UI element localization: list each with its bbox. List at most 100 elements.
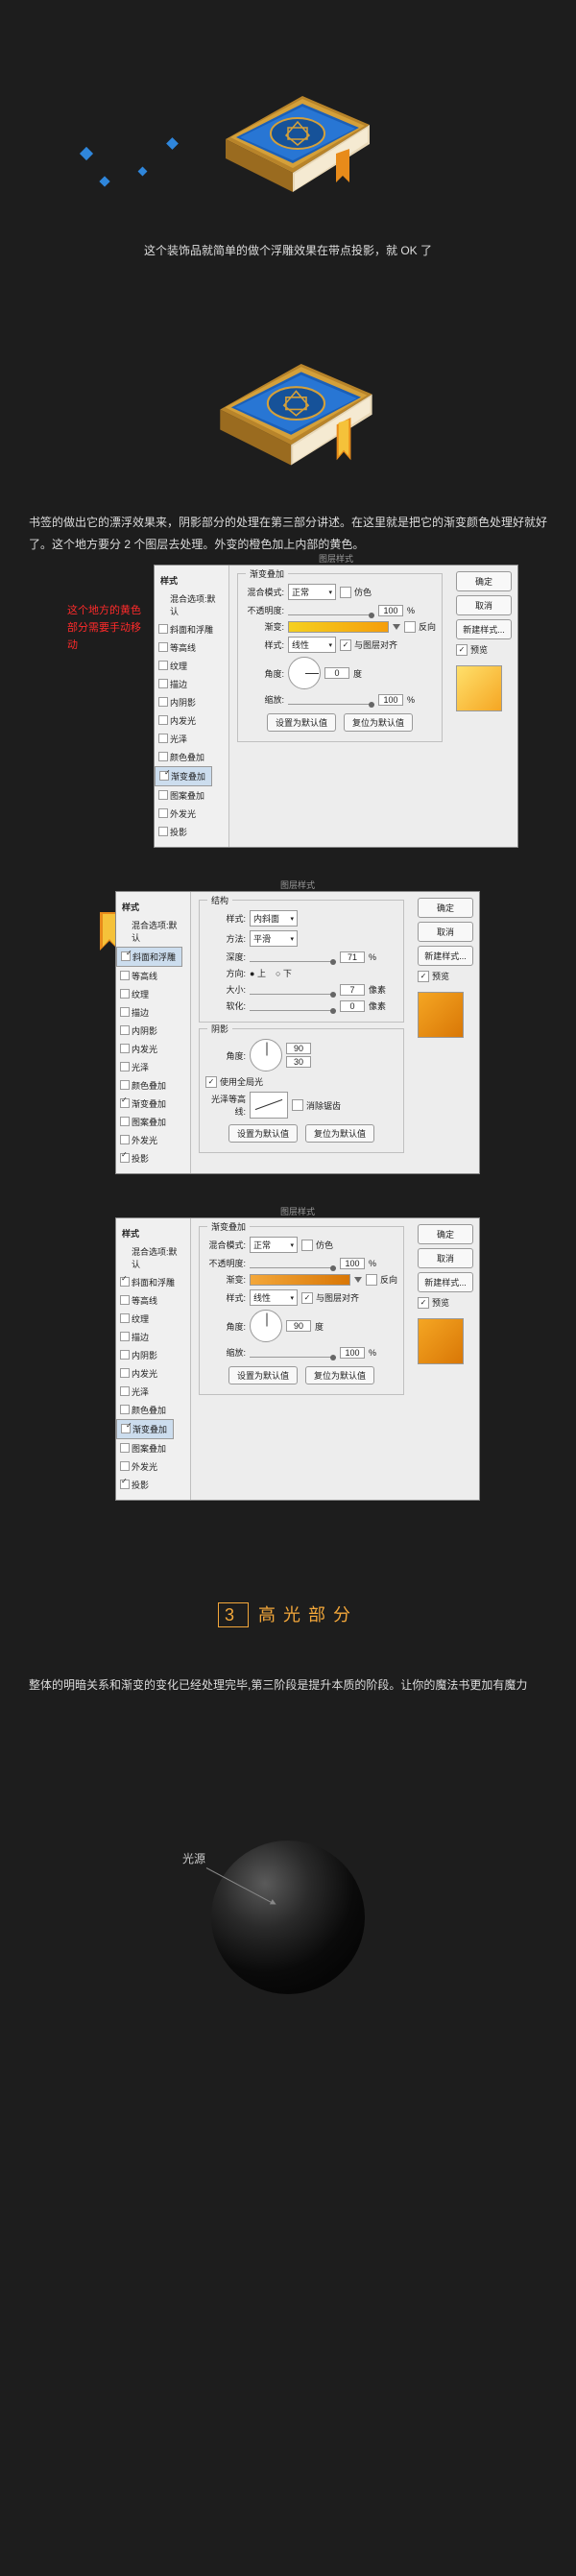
- preview-checkbox[interactable]: 预览: [456, 643, 512, 656]
- reset-default-button[interactable]: 复位为默认值: [305, 1366, 374, 1384]
- drop-shadow-item[interactable]: 投影: [155, 823, 228, 841]
- bevel-item[interactable]: 斜面和浮雕: [155, 620, 228, 638]
- blend-mode-select[interactable]: 正常: [288, 584, 336, 600]
- depth-value[interactable]: 71: [340, 951, 365, 963]
- pattern-overlay-item[interactable]: 图案叠加: [116, 1439, 190, 1457]
- outer-glow-item[interactable]: 外发光: [155, 805, 228, 823]
- satin-item[interactable]: 光泽: [155, 730, 228, 748]
- gradient-overlay-item[interactable]: 渐变叠加: [116, 1095, 190, 1113]
- dither-checkbox[interactable]: 仿色: [301, 1239, 333, 1251]
- size-slider[interactable]: [250, 985, 336, 995]
- texture-item[interactable]: 纹理: [116, 1310, 190, 1328]
- preview-checkbox[interactable]: 预览: [418, 970, 473, 982]
- color-overlay-item[interactable]: 颜色叠加: [116, 1076, 190, 1095]
- align-checkbox[interactable]: 与图层对齐: [301, 1291, 359, 1304]
- texture-item[interactable]: 纹理: [155, 657, 228, 675]
- bevel-item[interactable]: 斜面和浮雕: [116, 1273, 190, 1291]
- ok-button[interactable]: 确定: [456, 571, 512, 591]
- outer-glow-item[interactable]: 外发光: [116, 1131, 190, 1149]
- style-select[interactable]: 线性: [288, 637, 336, 653]
- scale-slider[interactable]: [288, 695, 374, 705]
- inner-glow-item[interactable]: 内发光: [116, 1040, 190, 1058]
- drop-shadow-item[interactable]: 投影: [116, 1149, 190, 1168]
- satin-item[interactable]: 光泽: [116, 1058, 190, 1076]
- cancel-button[interactable]: 取消: [418, 922, 473, 942]
- scale-slider[interactable]: [250, 1348, 336, 1358]
- angle-value[interactable]: 90: [286, 1320, 311, 1332]
- blend-options-item[interactable]: 混合选项:默认: [155, 590, 228, 620]
- blend-mode-select[interactable]: 正常: [250, 1237, 298, 1253]
- blend-options-item[interactable]: 混合选项:默认: [116, 1242, 190, 1273]
- outer-glow-item[interactable]: 外发光: [116, 1457, 190, 1476]
- bevel-item[interactable]: 斜面和浮雕: [116, 947, 182, 967]
- soften-value[interactable]: 0: [340, 1000, 365, 1012]
- contour-item[interactable]: 等高线: [155, 638, 228, 657]
- altitude-value[interactable]: 30: [286, 1056, 311, 1068]
- angle-value[interactable]: 90: [286, 1043, 311, 1054]
- gradient-picker[interactable]: [288, 621, 389, 633]
- dir-down-radio[interactable]: ○ 下: [276, 967, 292, 979]
- style-select[interactable]: 线性: [250, 1289, 298, 1306]
- cancel-button[interactable]: 取消: [418, 1248, 473, 1268]
- bevel-style-select[interactable]: 内斜面: [250, 910, 298, 927]
- scale-value[interactable]: 100: [378, 694, 403, 706]
- make-default-button[interactable]: 设置为默认值: [267, 713, 336, 732]
- bevel-tech-select[interactable]: 平滑: [250, 930, 298, 947]
- inner-glow-item[interactable]: 内发光: [155, 711, 228, 730]
- angle-value[interactable]: 0: [324, 667, 349, 679]
- opacity-value[interactable]: 100: [340, 1258, 365, 1269]
- dropdown-icon[interactable]: [393, 624, 400, 630]
- dither-checkbox[interactable]: 仿色: [340, 586, 372, 598]
- dir-up-radio[interactable]: ● 上: [250, 967, 266, 979]
- opacity-value[interactable]: 100: [378, 605, 403, 616]
- drop-shadow-item[interactable]: 投影: [116, 1476, 190, 1494]
- inner-shadow-item[interactable]: 内阴影: [155, 693, 228, 711]
- satin-item[interactable]: 光泽: [116, 1383, 190, 1401]
- inner-shadow-item[interactable]: 内阴影: [116, 1346, 190, 1364]
- reset-default-button[interactable]: 复位为默认值: [305, 1124, 374, 1143]
- new-style-button[interactable]: 新建样式...: [418, 1272, 473, 1292]
- texture-item[interactable]: 纹理: [116, 985, 190, 1003]
- cancel-button[interactable]: 取消: [456, 595, 512, 615]
- stroke-item[interactable]: 描边: [116, 1003, 190, 1022]
- new-style-button[interactable]: 新建样式...: [456, 619, 512, 639]
- reset-default-button[interactable]: 复位为默认值: [344, 713, 413, 732]
- deg-unit: 度: [353, 667, 362, 680]
- contour-picker[interactable]: [250, 1092, 288, 1119]
- make-default-button[interactable]: 设置为默认值: [228, 1366, 298, 1384]
- stroke-item[interactable]: 描边: [116, 1328, 190, 1346]
- reverse-checkbox[interactable]: 反向: [404, 620, 436, 633]
- make-default-button[interactable]: 设置为默认值: [228, 1124, 298, 1143]
- new-style-button[interactable]: 新建样式...: [418, 946, 473, 966]
- anti-alias-checkbox[interactable]: 消除锯齿: [292, 1099, 341, 1112]
- size-value[interactable]: 7: [340, 984, 365, 996]
- gradient-picker[interactable]: [250, 1274, 350, 1286]
- reverse-checkbox[interactable]: 反向: [366, 1273, 397, 1286]
- angle-dial[interactable]: [288, 657, 321, 689]
- contour-item[interactable]: 等高线: [116, 1291, 190, 1310]
- inner-shadow-item[interactable]: 内阴影: [116, 1022, 190, 1040]
- color-overlay-item[interactable]: 颜色叠加: [155, 748, 228, 766]
- contour-item[interactable]: 等高线: [116, 967, 190, 985]
- gradient-overlay-item[interactable]: 渐变叠加: [116, 1419, 174, 1439]
- blend-options-item[interactable]: 混合选项:默认: [116, 916, 190, 947]
- soften-slider[interactable]: [250, 1001, 336, 1011]
- ok-button[interactable]: 确定: [418, 898, 473, 918]
- align-checkbox[interactable]: 与图层对齐: [340, 638, 397, 651]
- global-light-checkbox[interactable]: 使用全局光: [205, 1075, 263, 1088]
- pattern-overlay-item[interactable]: 图案叠加: [155, 786, 228, 805]
- pattern-overlay-item[interactable]: 图案叠加: [116, 1113, 190, 1131]
- opacity-slider[interactable]: [288, 606, 374, 615]
- inner-glow-item[interactable]: 内发光: [116, 1364, 190, 1383]
- color-overlay-item[interactable]: 颜色叠加: [116, 1401, 190, 1419]
- gradient-overlay-item[interactable]: 渐变叠加: [155, 766, 212, 786]
- stroke-item[interactable]: 描边: [155, 675, 228, 693]
- angle-dial[interactable]: [250, 1310, 282, 1342]
- ok-button[interactable]: 确定: [418, 1224, 473, 1244]
- dropdown-icon[interactable]: [354, 1277, 362, 1283]
- opacity-slider[interactable]: [250, 1259, 336, 1268]
- depth-slider[interactable]: [250, 952, 336, 962]
- preview-checkbox[interactable]: 预览: [418, 1296, 473, 1309]
- scale-value[interactable]: 100: [340, 1347, 365, 1359]
- angle-dial[interactable]: [250, 1039, 282, 1071]
